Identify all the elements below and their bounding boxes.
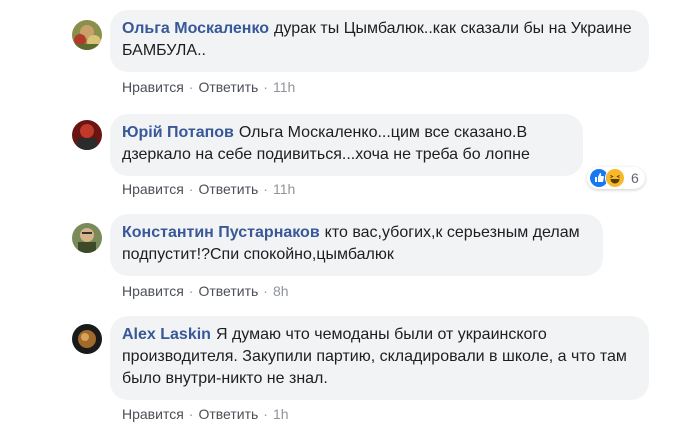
reply-link[interactable]: Ответить [198, 181, 258, 197]
avatar-photo-icon [72, 20, 102, 50]
reply-link[interactable]: Ответить [198, 283, 258, 299]
reaction-summary[interactable]: 6 [587, 167, 645, 189]
comment-actions: Нравится · Ответить · 8h [122, 282, 289, 300]
like-link[interactable]: Нравится [122, 79, 184, 95]
separator-dot: · [188, 79, 194, 95]
separator-dot: · [188, 181, 194, 197]
comment-author-link[interactable]: Юрій Потапов [122, 124, 234, 141]
comment-actions: Нравится · Ответить · 1h [122, 405, 289, 423]
comment-timestamp[interactable]: 11h [273, 79, 295, 95]
reply-link[interactable]: Ответить [198, 79, 258, 95]
haha-icon [605, 168, 625, 188]
reaction-count: 6 [631, 170, 639, 186]
comment-bubble: Константин Пустарнаков кто вас,убогих,к с… [110, 214, 603, 276]
comment-timestamp[interactable]: 8h [273, 283, 289, 299]
comment-thread: Ольга Москаленко дурак ты Цымбалюк..как с… [0, 0, 683, 427]
avatar[interactable] [72, 120, 102, 150]
separator-dot: · [263, 283, 268, 299]
avatar[interactable] [72, 324, 102, 354]
separator-dot: · [263, 181, 268, 197]
avatar-photo-icon [72, 324, 102, 354]
reply-link[interactable]: Ответить [198, 406, 258, 422]
comment-actions: Нравится · Ответить · 11h [122, 78, 295, 96]
comment-author-link[interactable]: Alex Laskin [122, 326, 211, 343]
comment-author-link[interactable]: Ольга Москаленко [122, 20, 269, 37]
separator-dot: · [188, 283, 194, 299]
avatar-photo-icon [72, 223, 102, 253]
avatar-photo-icon [72, 120, 102, 150]
like-link[interactable]: Нравится [122, 283, 184, 299]
avatar[interactable] [72, 223, 102, 253]
separator-dot: · [263, 406, 268, 422]
comment-timestamp[interactable]: 1h [273, 406, 289, 422]
comment-bubble: Юрій Потапов Ольга Москаленко...цим все с… [110, 114, 583, 176]
like-link[interactable]: Нравится [122, 406, 184, 422]
comment-bubble: Alex Laskin Я думаю что чемоданы были от … [110, 316, 649, 400]
comment-timestamp[interactable]: 11h [273, 181, 295, 197]
separator-dot: · [188, 406, 194, 422]
comment-actions: Нравится · Ответить · 11h [122, 180, 295, 198]
avatar[interactable] [72, 20, 102, 50]
comment-bubble: Ольга Москаленко дурак ты Цымбалюк..как с… [110, 10, 649, 72]
like-link[interactable]: Нравится [122, 181, 184, 197]
comment-author-link[interactable]: Константин Пустарнаков [122, 224, 320, 241]
separator-dot: · [263, 79, 268, 95]
